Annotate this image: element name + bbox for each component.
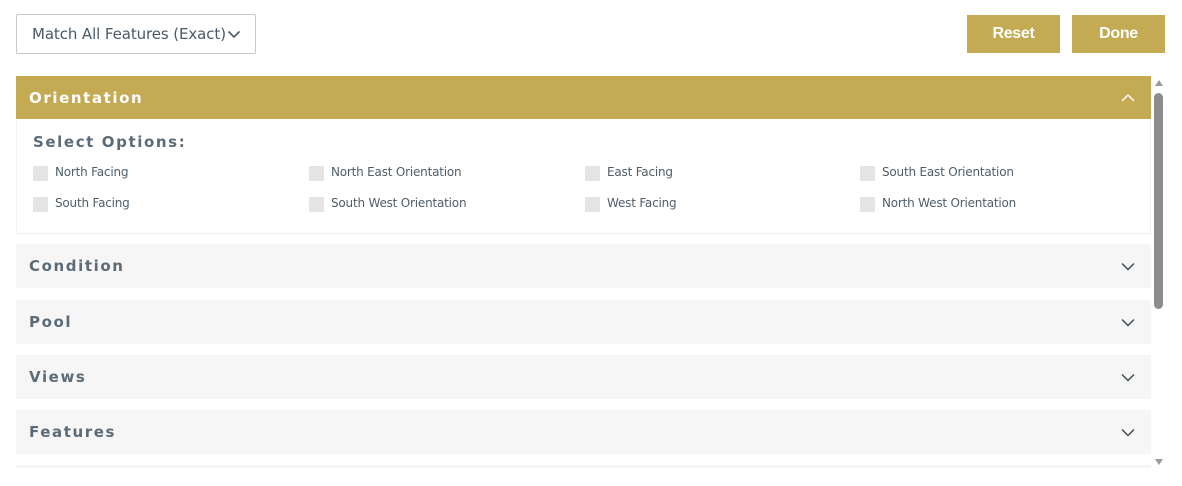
option-south-facing[interactable]: South Facing [33,194,130,212]
match-type-value: Match All Features (Exact) [32,25,225,43]
accordion-body-orientation: Select Options: North Facing North East … [16,119,1151,234]
option-north-east-orientation[interactable]: North East Orientation [309,163,462,181]
option-south-east-orientation[interactable]: South East Orientation [860,163,1014,181]
option-west-facing[interactable]: West Facing [585,194,677,212]
accordion-title: Pool [29,313,73,331]
chevron-up-icon [1121,94,1135,102]
filter-accordion: Orientation Select Options: North Facing… [16,76,1151,468]
option-label: North West Orientation [882,196,1017,210]
option-label: West Facing [607,196,677,210]
chevron-down-icon [1121,428,1135,437]
chevron-down-icon [227,30,241,39]
option-east-facing[interactable]: East Facing [585,163,673,181]
option-label: South Facing [55,196,130,210]
chevron-down-icon [1121,262,1135,271]
done-button[interactable]: Done [1072,15,1165,53]
select-options-label: Select Options: [33,133,187,151]
option-label: North Facing [55,165,129,179]
checkbox[interactable] [585,166,600,181]
checkbox[interactable] [309,166,324,181]
accordion-header-views[interactable]: Views [16,355,1151,399]
reset-button[interactable]: Reset [967,15,1060,53]
scrollbar-thumb[interactable] [1154,93,1163,309]
option-south-west-orientation[interactable]: South West Orientation [309,194,467,212]
checkbox[interactable] [860,166,875,181]
accordion-title: Condition [29,257,125,275]
accordion-header-pool[interactable]: Pool [16,300,1151,344]
checkbox[interactable] [309,197,324,212]
accordion-header-orientation[interactable]: Orientation [16,76,1151,119]
accordion-title: Views [29,368,87,386]
accordion-title: Features [29,423,117,441]
scroll-down-arrow-icon[interactable] [1155,459,1163,465]
option-label: North East Orientation [331,165,462,179]
option-label: South East Orientation [882,165,1014,179]
scroll-up-arrow-icon[interactable] [1155,80,1163,86]
accordion-header-features[interactable]: Features [16,410,1151,454]
checkbox[interactable] [33,166,48,181]
option-north-west-orientation[interactable]: North West Orientation [860,194,1016,212]
chevron-down-icon [1121,373,1135,382]
option-label: South West Orientation [331,196,467,210]
scrollbar[interactable] [1153,78,1165,468]
chevron-down-icon [1121,318,1135,327]
accordion-header-condition[interactable]: Condition [16,244,1151,288]
option-label: East Facing [607,165,673,179]
checkbox[interactable] [860,197,875,212]
accordion-title: Orientation [29,88,144,107]
checkbox[interactable] [585,197,600,212]
checkbox[interactable] [33,197,48,212]
option-north-facing[interactable]: North Facing [33,163,128,181]
accordion-header-next[interactable] [16,465,1151,468]
match-type-select[interactable]: Match All Features (Exact) [16,14,256,54]
